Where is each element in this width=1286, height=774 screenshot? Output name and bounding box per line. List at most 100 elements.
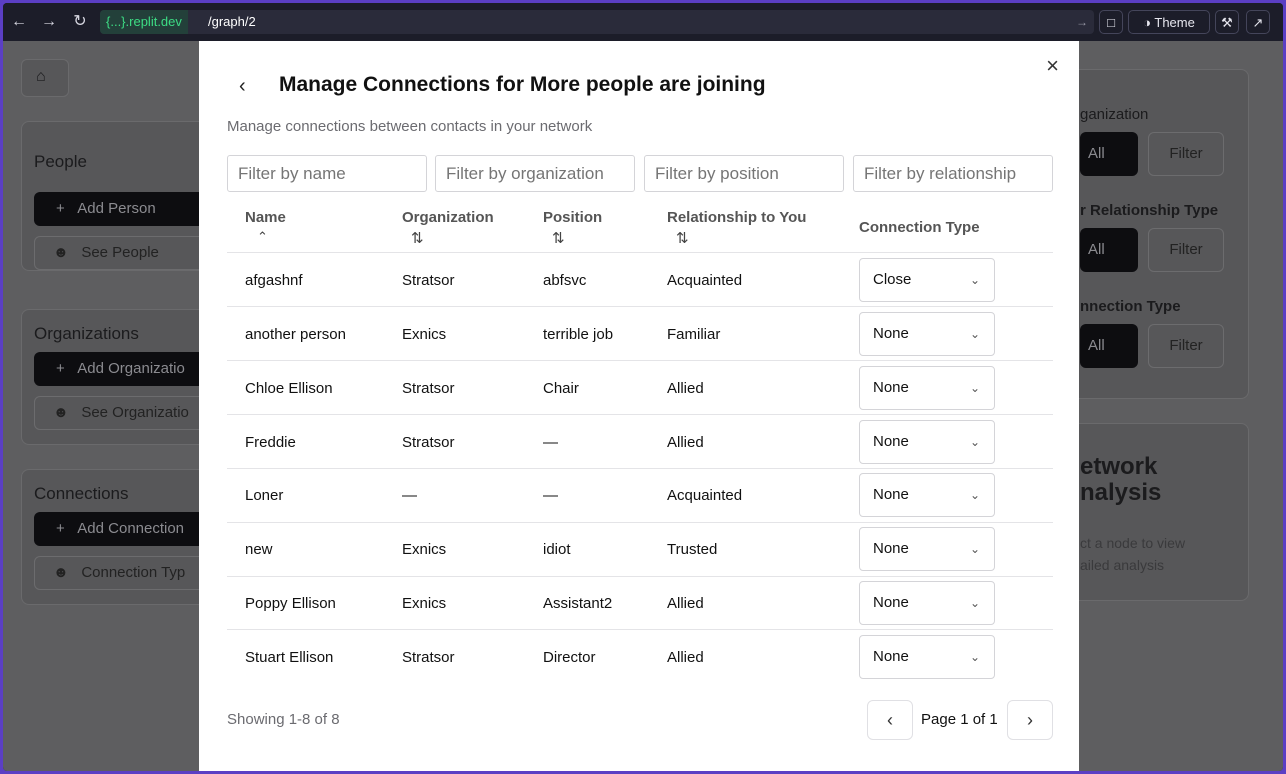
- filter-label: r Relationship Type: [1080, 202, 1219, 219]
- filter-position-input[interactable]: [644, 155, 844, 192]
- connection-type-select[interactable]: None ⌄: [859, 366, 995, 410]
- sort-icon[interactable]: ⇅: [411, 229, 424, 247]
- connection-types-button[interactable]: ☻ Connection Typ: [34, 556, 222, 590]
- cell-position: Director: [543, 649, 596, 666]
- cell-position: Chair: [543, 380, 579, 397]
- filter-button[interactable]: Filter: [1148, 132, 1224, 176]
- theme-label: Theme: [1154, 15, 1195, 30]
- add-person-button[interactable]: + Add Person: [34, 192, 222, 226]
- cell-organization: Exnics: [402, 326, 447, 343]
- wrench-icon[interactable]: ⚒: [1215, 10, 1239, 34]
- external-link-icon[interactable]: ↗: [1246, 10, 1270, 34]
- column-position-header[interactable]: Position: [543, 209, 602, 226]
- back-arrow-icon[interactable]: ←: [9, 12, 29, 32]
- divider: [227, 576, 1053, 577]
- people-panel: People + Add Person ☻ See People: [21, 121, 222, 271]
- connection-type-select[interactable]: Close ⌄: [859, 258, 995, 302]
- chevron-down-icon: ⌄: [969, 327, 980, 341]
- cell-organization: —: [402, 487, 417, 504]
- cell-relationship: Familiar: [667, 326, 721, 343]
- cell-organization: Exnics: [402, 595, 447, 612]
- connection-type-select[interactable]: None ⌄: [859, 635, 995, 679]
- home-button[interactable]: ⌂: [21, 59, 69, 97]
- filter-all-button[interactable]: All: [1080, 132, 1138, 176]
- cell-position: Assistant2: [543, 595, 613, 612]
- cell-organization: Stratsor: [402, 272, 455, 289]
- home-icon: ⌂: [36, 68, 46, 85]
- analysis-hint: ct a node to view ailed analysis: [1080, 535, 1186, 573]
- sort-icon[interactable]: ⇅: [552, 229, 565, 247]
- next-page-button[interactable]: ›: [1007, 700, 1053, 740]
- cell-organization: Stratsor: [402, 649, 455, 666]
- previous-page-button[interactable]: ‹: [867, 700, 913, 740]
- cell-name: Poppy Ellison: [245, 595, 336, 612]
- plus-icon: +: [56, 360, 65, 377]
- cell-relationship: Allied: [667, 595, 704, 612]
- divider: [227, 468, 1053, 469]
- dialog-subtitle: Manage connections between contacts in y…: [227, 118, 593, 135]
- filter-relationship-input[interactable]: [853, 155, 1053, 192]
- address-bar[interactable]: {...}.replit.dev /graph/2 →: [100, 10, 1094, 34]
- chevron-down-icon: ⌄: [969, 273, 980, 287]
- column-organization-header[interactable]: Organization: [402, 209, 494, 226]
- filter-label: nnection Type: [1080, 298, 1181, 315]
- chevron-down-icon: ⌄: [969, 435, 980, 449]
- filter-all-button[interactable]: All: [1080, 228, 1138, 272]
- cell-organization: Stratsor: [402, 380, 455, 397]
- cell-position: abfsvc: [543, 272, 587, 289]
- cell-name: new: [245, 541, 273, 558]
- reload-icon[interactable]: ↻: [70, 12, 90, 32]
- connection-type-select[interactable]: None ⌄: [859, 581, 995, 625]
- connection-type-select[interactable]: None ⌄: [859, 312, 995, 356]
- palette-icon: ◑: [1143, 15, 1151, 30]
- plus-icon: +: [56, 200, 65, 217]
- go-arrow-icon[interactable]: →: [1076, 10, 1088, 34]
- organizations-panel: Organizations + Add Organizatio ☻ See Or…: [21, 309, 222, 445]
- filter-organization-input[interactable]: [435, 155, 635, 192]
- see-organizations-button[interactable]: ☻ See Organizatio: [34, 396, 222, 430]
- theme-button[interactable]: ◑ Theme: [1128, 10, 1210, 34]
- chevron-left-icon[interactable]: ‹: [239, 75, 246, 98]
- cell-name: Loner: [245, 487, 284, 504]
- cell-relationship: Acquainted: [667, 487, 743, 504]
- browser-toolbar: ← → ↻ {...}.replit.dev /graph/2 → □ ◑ Th…: [3, 3, 1283, 41]
- connection-type-select[interactable]: None ⌄: [859, 473, 995, 517]
- divider: [227, 414, 1053, 415]
- pagination-summary: Showing 1-8 of 8: [227, 711, 340, 728]
- divider: [227, 252, 1053, 253]
- cell-relationship: Acquainted: [667, 272, 743, 289]
- filter-all-button[interactable]: All: [1080, 324, 1138, 368]
- chevron-down-icon: ⌄: [969, 542, 980, 556]
- organizations-title: Organizations: [34, 324, 139, 343]
- close-icon[interactable]: ×: [1046, 53, 1059, 79]
- sort-ascending-icon[interactable]: ⌃: [257, 229, 268, 245]
- chevron-down-icon: ⌄: [969, 381, 980, 395]
- filter-name-input[interactable]: [227, 155, 427, 192]
- column-name-header[interactable]: Name: [245, 209, 286, 226]
- cell-name: afgashnf: [245, 272, 303, 289]
- device-icon[interactable]: □: [1099, 10, 1123, 34]
- chevron-down-icon: ⌄: [969, 650, 980, 664]
- see-people-button[interactable]: ☻ See People: [34, 236, 222, 270]
- chevron-down-icon: ⌄: [969, 596, 980, 610]
- connections-panel: Connections + Add Connection ☻ Connectio…: [21, 469, 222, 605]
- browser-window: ← → ↻ {...}.replit.dev /graph/2 → □ ◑ Th…: [3, 3, 1283, 771]
- url-host: {...}.replit.dev: [100, 10, 188, 34]
- cell-name: Chloe Ellison: [245, 380, 333, 397]
- sort-icon[interactable]: ⇅: [676, 229, 689, 247]
- dialog-title: Manage Connections for More people are j…: [279, 73, 766, 96]
- cell-relationship: Trusted: [667, 541, 718, 558]
- cell-name: Freddie: [245, 434, 296, 451]
- add-organization-button[interactable]: + Add Organizatio: [34, 352, 222, 386]
- divider: [227, 629, 1053, 630]
- forward-arrow-icon[interactable]: →: [39, 12, 59, 32]
- filter-button[interactable]: Filter: [1148, 228, 1224, 272]
- add-connection-button[interactable]: + Add Connection: [34, 512, 222, 546]
- cell-relationship: Allied: [667, 380, 704, 397]
- connection-type-select[interactable]: None ⌄: [859, 527, 995, 571]
- cell-relationship: Allied: [667, 649, 704, 666]
- filter-button[interactable]: Filter: [1148, 324, 1224, 368]
- column-relationship-header[interactable]: Relationship to You: [667, 209, 806, 226]
- connection-type-select[interactable]: None ⌄: [859, 420, 995, 464]
- divider: [227, 360, 1053, 361]
